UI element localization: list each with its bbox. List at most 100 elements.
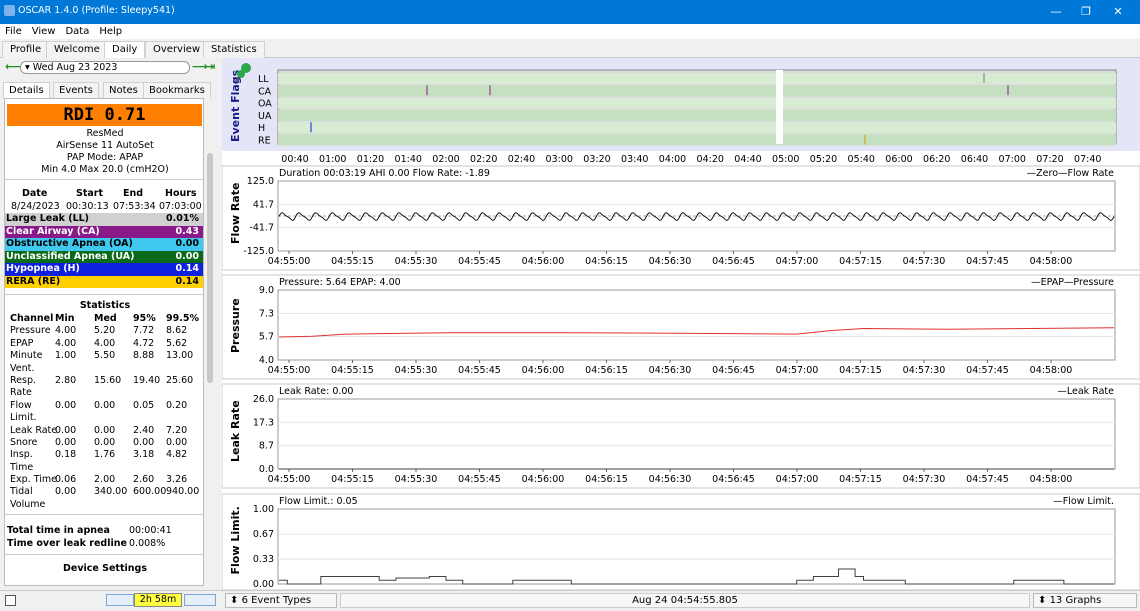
main-tabs: Profile Welcome Daily Overview Statistic… (0, 40, 1140, 58)
stat-cell: 3.18 (133, 449, 155, 461)
x-tick: 04:57:00 (776, 365, 819, 376)
menu-view[interactable]: View (27, 24, 61, 39)
stat-row: Snore 0.00 0.00 0.00 0.00 (6, 436, 203, 449)
event-row[interactable]: Hypopnea (H) 0.14 (5, 263, 203, 276)
flag-tick: 04:40 (734, 154, 761, 165)
close-icon[interactable]: ✕ (1106, 3, 1130, 21)
stat-cell: 0.06 (55, 474, 77, 486)
event-row[interactable]: Obstructive Apnea (OA) 0.00 (5, 238, 203, 251)
event-flags-graph[interactable]: LLCAOAUAHRE Event Flags 00:40 01:00 01:20 0… (222, 58, 1140, 165)
flag-tick: 03:00 (546, 154, 573, 165)
event-row[interactable]: Clear Airway (CA) 0.43 (5, 225, 203, 238)
stat-cell: 4.72 (133, 337, 155, 349)
event-row[interactable]: RERA (RE) 0.14 (5, 275, 203, 288)
flag-row-label: RE (258, 136, 271, 147)
date-selector[interactable]: ▾ Wed Aug 23 2023 (20, 61, 190, 74)
chart-0[interactable]: Duration 00:03:19 AHI 0.00 Flow Rate: -1… (221, 165, 1140, 271)
details-scrollbar[interactable] (205, 98, 215, 586)
menu-help[interactable]: Help (94, 24, 127, 39)
flag-row (278, 73, 1116, 84)
stat-cell: 8.62 (166, 325, 188, 337)
y-tick: -41.7 (249, 223, 274, 234)
flag-tick: 06:40 (961, 154, 988, 165)
tab-profile[interactable]: Profile (2, 41, 50, 58)
chart-header: Pressure: 5.64 EPAP: 4.00 (279, 277, 401, 288)
tab-overview[interactable]: Overview (145, 41, 209, 58)
menu-data[interactable]: Data (60, 24, 94, 39)
x-tick: 04:55:00 (268, 474, 311, 485)
graphs-dropdown[interactable]: ⬍ 13 Graphs (1033, 593, 1137, 608)
event-value: 0.43 (175, 225, 199, 237)
col-end: End (123, 188, 144, 199)
stat-row: Exp. Time 0.06 2.00 2.60 3.26 (6, 474, 203, 486)
event-value: 0.00 (175, 250, 199, 262)
x-tick: 04:55:15 (331, 365, 374, 376)
stat-cell: Insp. (10, 449, 33, 461)
tab-notes[interactable]: Notes (103, 82, 144, 98)
stat-row: EPAP 4.00 4.00 4.72 5.62 (6, 337, 203, 350)
toggle-checkbox[interactable] (5, 595, 16, 606)
chart-1[interactable]: Pressure: 5.64 EPAP: 4.00 —EPAP—Pressure P… (221, 274, 1140, 380)
flag-tick: 05:00 (772, 154, 799, 165)
menu-file[interactable]: File (0, 24, 27, 39)
x-tick: 04:57:45 (966, 256, 1009, 267)
range-slider-left[interactable] (106, 594, 134, 606)
session-start: 00:30:13 (66, 200, 109, 212)
stat-cell: 0.00 (166, 436, 188, 448)
tab-daily[interactable]: Daily (104, 41, 146, 58)
flag-row (278, 122, 1116, 134)
flag-tick: 07:40 (1074, 154, 1101, 165)
y-tick: 26.0 (253, 394, 274, 405)
event-value: 0.14 (175, 275, 199, 287)
tab-statistics[interactable]: Statistics (203, 41, 265, 58)
event-types-dropdown[interactable]: ⬍ 6 Event Types (225, 593, 337, 608)
detail-tabs: Details Events Notes Bookmarks (3, 82, 213, 98)
x-tick: 04:56:30 (649, 256, 692, 267)
chart-header: Leak Rate: 0.00 (279, 386, 353, 397)
stat-cell: 2.60 (133, 474, 155, 486)
stat-cell: 0.00 (94, 424, 116, 436)
last-day-icon[interactable]: ⇥ (206, 60, 215, 74)
stat-cell: 2.80 (55, 374, 77, 386)
stat-row: Vent. (6, 363, 203, 375)
flag-tick: 00:40 (281, 154, 308, 165)
x-tick: 04:56:00 (522, 256, 565, 267)
duration-indicator[interactable]: 2h 58m (134, 593, 182, 607)
x-tick: 04:57:30 (903, 365, 946, 376)
restore-icon[interactable]: ❐ (1074, 3, 1098, 21)
device-settings-title[interactable]: Device Settings (5, 563, 203, 574)
range-slider-right[interactable] (184, 594, 216, 606)
tab-details[interactable]: Details (3, 82, 50, 98)
graph-canvas[interactable]: LLCAOAUAHRE Event Flags 00:40 01:00 01:20 0… (221, 58, 1140, 591)
scroll-thumb[interactable] (207, 153, 213, 383)
stat-cell: 600.00 (133, 486, 167, 498)
chart-3[interactable]: Flow Limit.: 0.05 —Flow Limit. Flow Limit.… (221, 493, 1140, 591)
chart-ylabel: Flow Limit. (229, 506, 242, 574)
event-row[interactable]: Large Leak (LL) 0.01% (5, 213, 203, 226)
stat-cell: Minute (10, 350, 43, 362)
flag-row-label: UA (258, 111, 272, 122)
stat-row: Leak Rate 0.00 0.00 2.40 7.20 (6, 424, 203, 437)
x-tick: 04:57:45 (966, 474, 1009, 485)
minimize-icon[interactable]: — (1044, 3, 1068, 21)
tab-events[interactable]: Events (53, 82, 99, 98)
tab-welcome[interactable]: Welcome (46, 41, 108, 58)
stat-cell: 0.00 (55, 486, 77, 498)
stat-cell: Volume (10, 498, 46, 510)
tab-bookmarks[interactable]: Bookmarks (143, 82, 211, 98)
status-bar: 2h 58m ⬍ 6 Event Types Aug 24 04:54:55.8… (0, 590, 1140, 611)
prev-day-icon[interactable]: ⟵ (5, 60, 21, 74)
stat-cell: 0.20 (166, 399, 188, 411)
event-row[interactable]: Unclassified Apnea (UA) 0.00 (5, 250, 203, 263)
stat-cell: Limit. (10, 412, 37, 424)
y-tick: 9.0 (259, 285, 274, 296)
time-cursor[interactable] (776, 70, 783, 144)
x-tick: 04:56:30 (649, 474, 692, 485)
chart-2[interactable]: Leak Rate: 0.00 —Leak Rate Leak Rate 26.0 17… (221, 383, 1140, 489)
x-tick: 04:57:15 (839, 256, 882, 267)
x-tick: 04:57:30 (903, 474, 946, 485)
x-tick: 04:55:15 (331, 474, 374, 485)
chart-legend: —Zero—Flow Rate (1027, 168, 1115, 179)
stat-cell: 2.00 (94, 474, 116, 486)
event-value: 0.01% (166, 213, 199, 224)
